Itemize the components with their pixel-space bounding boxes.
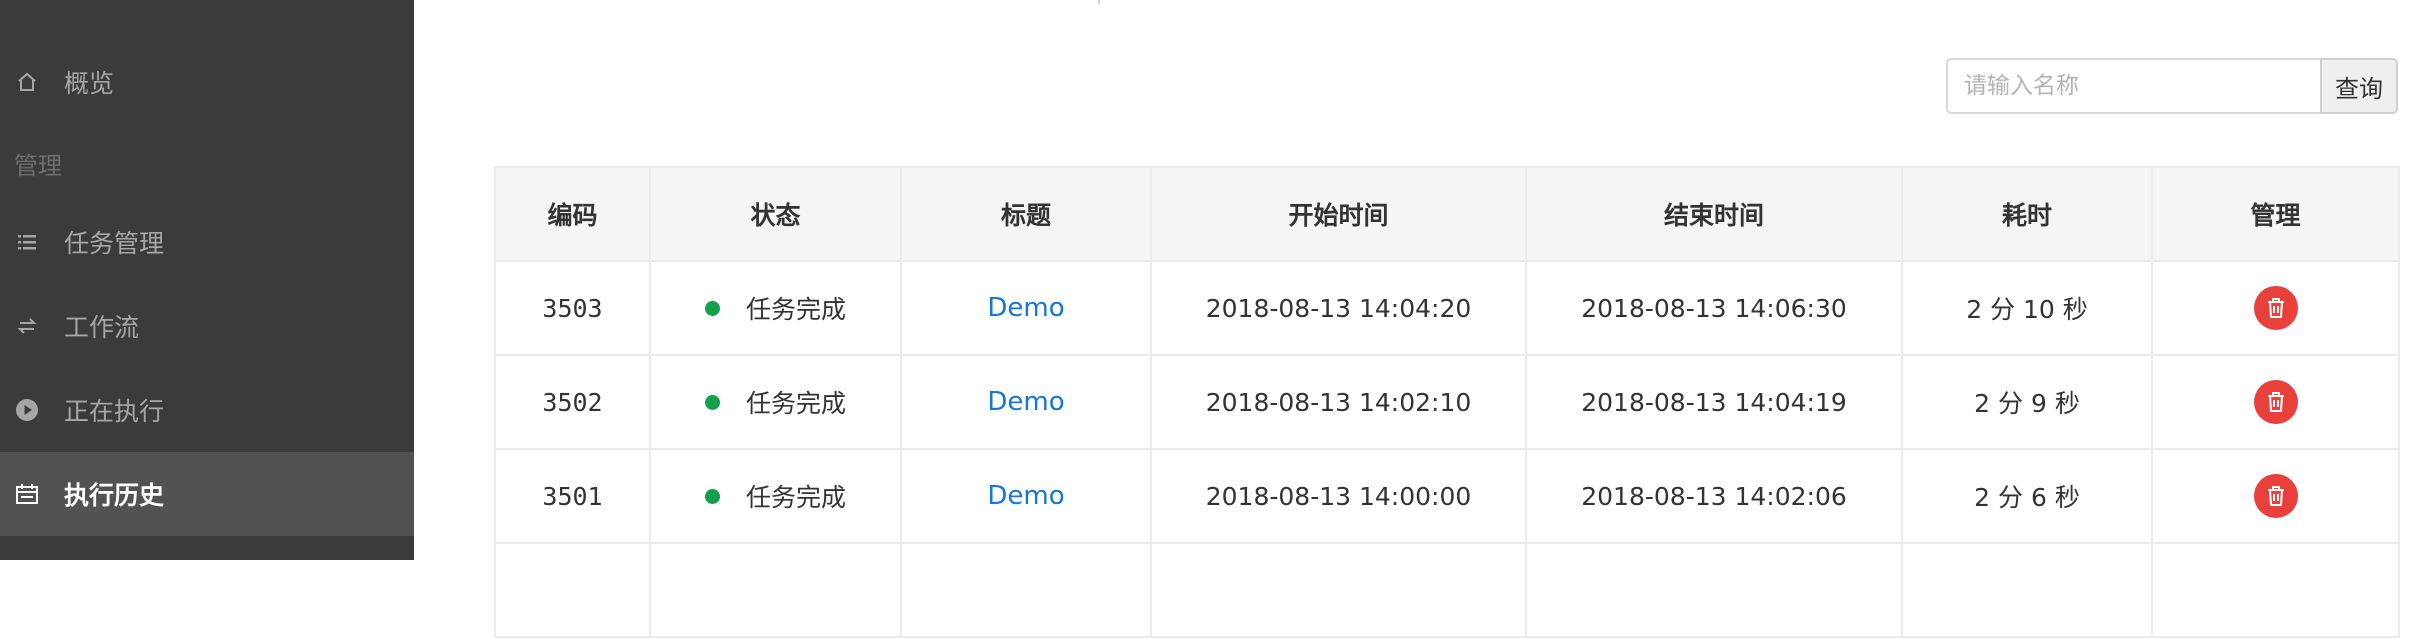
calendar-icon <box>14 481 40 507</box>
cell-title: Demo <box>900 448 1152 544</box>
status-dot-icon <box>704 300 720 316</box>
column-header-end-time[interactable]: 结束时间 <box>1525 166 1903 262</box>
sidebar-group-label: 管理 <box>14 152 62 180</box>
column-header-status[interactable]: 状态 <box>649 166 902 262</box>
cell-duration: 2 分 9 秒 <box>1901 354 2153 450</box>
delete-button[interactable] <box>2253 380 2298 424</box>
sidebar-item-task-management[interactable]: 任务管理 <box>0 200 414 284</box>
list-icon <box>14 229 40 255</box>
cell-duration: 2 分 6 秒 <box>1901 448 2153 544</box>
sidebar-item-running[interactable]: 正在执行 <box>0 368 414 452</box>
play-circle-icon <box>14 397 40 423</box>
cell-duration: 2 分 10 秒 <box>1901 260 2153 356</box>
status-text: 任务完成 <box>745 483 846 512</box>
cell-code: 3503 <box>494 260 651 356</box>
table-row: 3502 任务完成 Demo 2018-08-13 14:02:10 2018-… <box>494 354 2400 450</box>
cell-manage <box>2151 448 2400 544</box>
cell-end-time: 2018-08-13 14:02:06 <box>1525 448 1903 544</box>
cell-title: Demo <box>900 260 1152 356</box>
status-dot-icon <box>704 488 720 504</box>
table-row: 3503 任务完成 Demo 2018-08-13 14:04:20 2018-… <box>494 260 2400 356</box>
home-icon <box>14 69 40 95</box>
divider-tick <box>1098 0 1100 4</box>
table-header-row: 编码 状态 标题 开始时间 结束时间 耗时 管理 <box>494 166 2400 262</box>
cell-status: 任务完成 <box>649 354 902 450</box>
sidebar-item-history[interactable]: 执行历史 <box>0 452 414 536</box>
cell-code: 3501 <box>494 448 651 544</box>
trash-icon <box>2267 392 2284 412</box>
column-header-duration[interactable]: 耗时 <box>1901 166 2153 262</box>
trash-icon <box>2267 486 2284 506</box>
cell-end-time: 2018-08-13 14:04:19 <box>1525 354 1903 450</box>
cell-title: Demo <box>900 354 1152 450</box>
status-text: 任务完成 <box>745 295 846 324</box>
sidebar-item-label: 正在执行 <box>64 397 165 426</box>
sidebar-item-workflow[interactable]: 工作流 <box>0 284 414 368</box>
task-title-link[interactable]: Demo <box>987 387 1064 417</box>
trash-icon <box>2267 298 2284 318</box>
cell-manage <box>2151 260 2400 356</box>
cell-end-time: 2018-08-13 14:06:30 <box>1525 260 1903 356</box>
sidebar-item-overview[interactable]: 概览 <box>0 40 414 124</box>
cell-start-time: 2018-08-13 14:02:10 <box>1150 354 1527 450</box>
sidebar: 概览 管理 任务管理 工作流 正在执行 执行历史 <box>0 0 414 560</box>
cell-status: 任务完成 <box>649 260 902 356</box>
column-header-manage[interactable]: 管理 <box>2151 166 2400 262</box>
history-table: 编码 状态 标题 开始时间 结束时间 耗时 管理 3503 任务完成 Demo … <box>494 166 2400 638</box>
cell-start-time: 2018-08-13 14:04:20 <box>1150 260 1527 356</box>
column-header-start-time[interactable]: 开始时间 <box>1150 166 1527 262</box>
cell-code: 3502 <box>494 354 651 450</box>
cell-manage <box>2151 354 2400 450</box>
sidebar-item-label: 任务管理 <box>64 229 165 258</box>
status-dot-icon <box>704 394 720 410</box>
table-row: 3501 任务完成 Demo 2018-08-13 14:00:00 2018-… <box>494 448 2400 544</box>
status-text: 任务完成 <box>745 389 846 418</box>
search-input[interactable] <box>1946 58 2320 114</box>
cell-start-time: 2018-08-13 14:00:00 <box>1150 448 1527 544</box>
task-title-link[interactable]: Demo <box>987 481 1064 511</box>
sidebar-item-label: 工作流 <box>64 313 140 342</box>
cell-status: 任务完成 <box>649 448 902 544</box>
swap-icon <box>14 313 40 339</box>
search-button[interactable]: 查询 <box>2320 58 2398 114</box>
task-title-link[interactable]: Demo <box>987 293 1064 323</box>
delete-button[interactable] <box>2253 474 2298 518</box>
delete-button[interactable] <box>2253 286 2298 330</box>
sidebar-item-label: 执行历史 <box>64 481 165 510</box>
column-header-code[interactable]: 编码 <box>494 166 651 262</box>
sidebar-item-label: 概览 <box>64 69 115 98</box>
table-row-partial <box>494 542 2400 638</box>
column-header-title[interactable]: 标题 <box>900 166 1152 262</box>
